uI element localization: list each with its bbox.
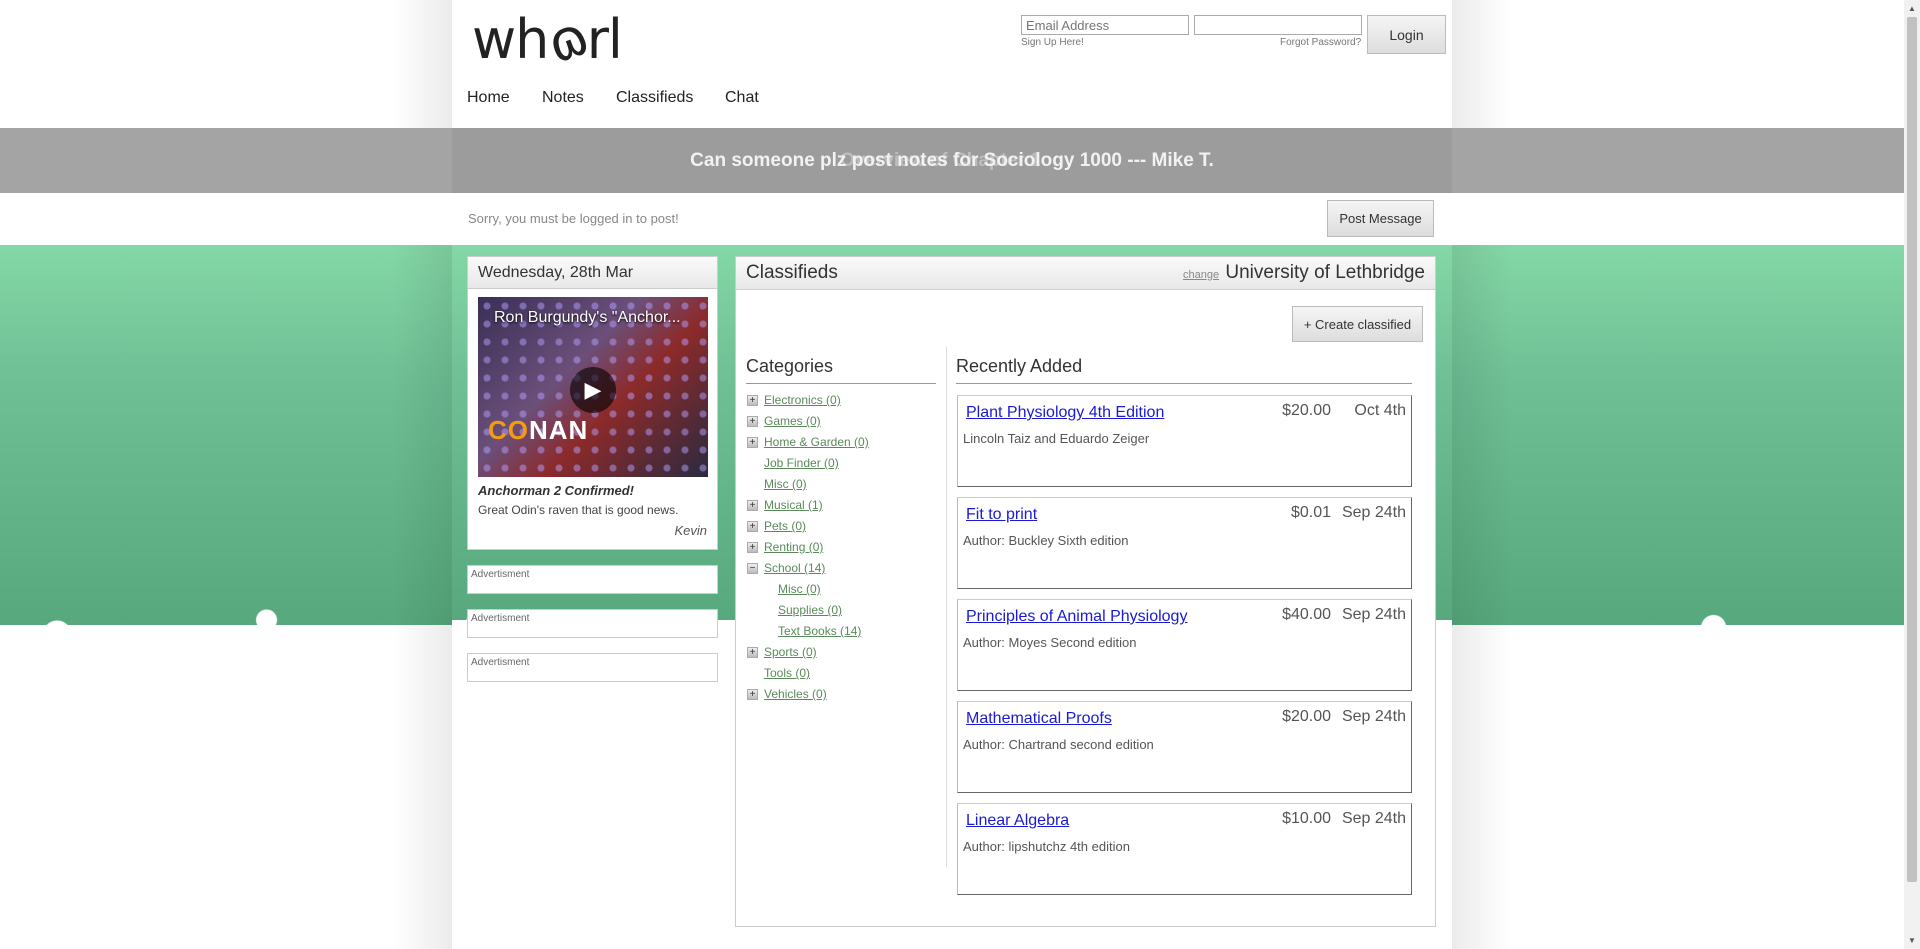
category-pets[interactable]: Pets (0) <box>764 519 806 533</box>
listing-date: Sep 24th <box>1341 708 1406 725</box>
expand-icon[interactable]: + <box>747 416 758 427</box>
video-embed[interactable]: Ron Burgundy's "Anchor... ▶ CONAN <box>478 297 708 477</box>
recently-added-divider <box>956 383 1412 384</box>
listing-title-link[interactable]: Fit to print <box>966 506 1037 524</box>
create-classified-button[interactable]: + Create classified <box>1292 306 1423 342</box>
expand-icon[interactable]: + <box>747 437 758 448</box>
nav-chat[interactable]: Chat <box>725 89 759 107</box>
category-musical[interactable]: Musical (1) <box>764 498 823 512</box>
listing-item: Linear Algebra $10.00 Sep 24th Author: l… <box>957 803 1412 895</box>
listing-price: $10.00 <box>1282 810 1331 827</box>
nav-home[interactable]: Home <box>467 89 510 107</box>
login-required-notice: Sorry, you must be logged in to post! <box>468 211 679 226</box>
site-logo[interactable]: whɷrl <box>472 3 623 75</box>
listing-price: $0.01 <box>1290 504 1331 521</box>
nav-notes[interactable]: Notes <box>542 89 584 107</box>
subcategory-misc[interactable]: Misc (0) <box>778 582 821 596</box>
scroll-down-icon[interactable]: ▼ <box>1904 932 1920 949</box>
scrollbar-thumb[interactable] <box>1907 17 1917 882</box>
category-job-finder[interactable]: Job Finder (0) <box>764 456 839 470</box>
listing-item: Principles of Animal Physiology $40.00 S… <box>957 599 1412 691</box>
categories-divider <box>746 383 936 384</box>
listing-price: $20.00 <box>1282 402 1331 419</box>
category-vehicles[interactable]: Vehicles (0) <box>764 687 827 701</box>
expand-icon[interactable]: + <box>747 542 758 553</box>
university-name: University of Lethbridge <box>1225 262 1425 283</box>
video-title: Ron Burgundy's "Anchor... <box>494 309 681 326</box>
category-misc[interactable]: Misc (0) <box>764 477 807 491</box>
expand-icon[interactable]: + <box>747 521 758 532</box>
listing-date: Sep 24th <box>1341 810 1406 827</box>
expand-icon[interactable]: + <box>747 500 758 511</box>
category-renting[interactable]: Renting (0) <box>764 540 823 554</box>
banner-message: Can someone plz post notes for Sociology… <box>690 150 1214 171</box>
category-tools[interactable]: Tools (0) <box>764 666 810 680</box>
expand-icon[interactable]: + <box>747 647 758 658</box>
category-home-garden[interactable]: Home & Garden (0) <box>764 435 869 449</box>
advertisement-slot[interactable]: Advertisment <box>467 609 718 638</box>
subcategory-text-books[interactable]: Text Books (14) <box>778 624 861 638</box>
password-field[interactable] <box>1194 15 1362 35</box>
listing-title-link[interactable]: Linear Algebra <box>966 812 1069 830</box>
forgot-password-link[interactable]: Forgot Password? <box>1280 37 1361 48</box>
daily-post-card: Wednesday, 28th Mar Ron Burgundy's "Anch… <box>467 256 718 550</box>
listing-date: Sep 24th <box>1341 606 1406 623</box>
listing-title-link[interactable]: Principles of Animal Physiology <box>966 608 1187 626</box>
post-message-button[interactable]: Post Message <box>1327 200 1434 237</box>
login-button[interactable]: Login <box>1367 15 1446 54</box>
subcategory-supplies[interactable]: Supplies (0) <box>778 603 842 617</box>
logo-text: wh <box>472 8 549 71</box>
listing-date: Sep 24th <box>1341 504 1406 521</box>
category-games[interactable]: Games (0) <box>764 414 821 428</box>
scroll-up-icon[interactable]: ▲ <box>1904 0 1920 17</box>
listing-price: $20.00 <box>1282 708 1331 725</box>
listing-item: Mathematical Proofs $20.00 Sep 24th Auth… <box>957 701 1412 793</box>
daily-post-headline: Anchorman 2 Confirmed! <box>478 483 635 498</box>
listing-item: Plant Physiology 4th Edition $20.00 Oct … <box>957 395 1412 487</box>
nav-classifieds[interactable]: Classifieds <box>616 89 693 107</box>
advertisement-slot[interactable]: Advertisment <box>467 653 718 682</box>
listing-description: Author: Buckley Sixth edition <box>963 533 1129 548</box>
video-brand: CONAN <box>488 415 589 445</box>
listing-description: Lincoln Taiz and Eduardo Zeiger <box>963 431 1150 446</box>
listing-description: Author: Chartrand second edition <box>963 737 1154 752</box>
recently-added-title: Recently Added <box>956 356 1083 376</box>
listing-description: Author: Moyes Second edition <box>963 635 1137 650</box>
daily-post-text: Great Odin's raven that is good news. <box>478 503 679 517</box>
expand-icon[interactable]: + <box>747 689 758 700</box>
categories-title: Categories <box>746 356 834 376</box>
classifieds-title: Classifieds <box>746 262 838 283</box>
collapse-icon[interactable]: − <box>747 563 758 574</box>
listing-date: Oct 4th <box>1354 402 1406 419</box>
advertisement-slot[interactable]: Advertisment <box>467 565 718 594</box>
signup-link[interactable]: Sign Up Here! <box>1021 37 1084 48</box>
email-field[interactable] <box>1021 15 1189 35</box>
category-electronics[interactable]: Electronics (0) <box>764 393 841 407</box>
play-icon[interactable]: ▶ <box>570 367 616 413</box>
listing-description: Author: lipshutchz 4th edition <box>963 839 1130 854</box>
change-university-link[interactable]: change <box>1183 259 1219 291</box>
category-sports[interactable]: Sports (0) <box>764 645 817 659</box>
classifieds-header: Classifieds change University of Lethbri… <box>736 257 1435 290</box>
expand-icon[interactable]: + <box>747 395 758 406</box>
column-divider <box>946 347 947 867</box>
category-school[interactable]: School (14) <box>764 561 825 575</box>
listing-price: $40.00 <box>1282 606 1331 623</box>
listing-title-link[interactable]: Mathematical Proofs <box>966 710 1112 728</box>
daily-post-date: Wednesday, 28th Mar <box>468 257 717 289</box>
listing-item: Fit to print $0.01 Sep 24th Author: Buck… <box>957 497 1412 589</box>
daily-post-author: Kevin <box>674 523 707 538</box>
listing-title-link[interactable]: Plant Physiology 4th Edition <box>966 404 1164 422</box>
